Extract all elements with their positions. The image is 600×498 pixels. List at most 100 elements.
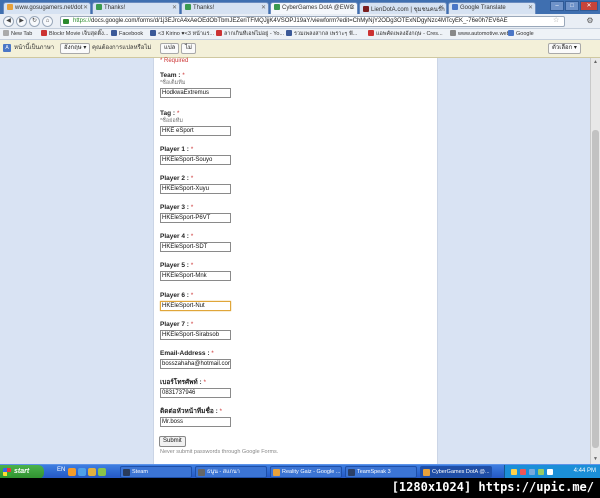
close-tab-icon[interactable]: ✕ — [528, 4, 533, 11]
required-note: * Required — [160, 58, 189, 64]
text-input[interactable]: HKE eSport — [160, 126, 231, 136]
scroll-up-icon[interactable]: ▲ — [592, 59, 599, 66]
field-label-text: ติดต่อหัวหน้าทีมชื่อ : — [160, 408, 218, 415]
tab-cybergames-form[interactable]: CyberGames DotA @EWC ✕ — [270, 2, 358, 14]
close-window-icon[interactable]: ✕ — [580, 1, 598, 11]
scroll-thumb[interactable] — [592, 130, 599, 448]
tab-google-translate[interactable]: Google Translate ✕ — [448, 2, 536, 14]
start-button[interactable]: start — [0, 465, 44, 478]
bookmark-cres[interactable]: แอพคัดเพลงอังกฤษ - Cres... — [368, 30, 443, 39]
forward-icon[interactable]: ▶ — [16, 16, 27, 27]
bookmark-google[interactable]: Google — [508, 30, 534, 39]
required-asterisk: * — [201, 379, 207, 386]
text-input[interactable]: bosszahaha@hotmail.com — [160, 359, 231, 369]
text-input[interactable]: 0831737946 — [160, 388, 231, 398]
translate-icon: A — [3, 44, 11, 52]
firefox-icon[interactable] — [68, 468, 76, 476]
youtube-icon — [41, 30, 47, 36]
folder-icon[interactable] — [88, 468, 96, 476]
task-window-2[interactable]: ธนูน - สแกนา — [195, 466, 267, 478]
required-asterisk: * — [209, 350, 214, 357]
translate-favicon-icon — [452, 4, 458, 10]
no-translate-button[interactable]: ไม่ — [181, 43, 196, 54]
field-label: Team : * — [160, 72, 231, 80]
text-input[interactable]: HKEleSport-Nut — [160, 301, 231, 311]
field-label-text: Player 4 : — [160, 233, 189, 240]
form-field: Player 4 : * HKEleSport-SDT — [160, 233, 231, 252]
text-input[interactable]: HKEleSport-P6VT — [160, 213, 231, 223]
task-chrome-active[interactable]: CyberGames DotA @... — [420, 466, 492, 478]
minimize-icon[interactable]: – — [550, 1, 564, 11]
tray-antivirus-icon[interactable] — [520, 469, 526, 475]
maximize-icon[interactable]: □ — [565, 1, 579, 11]
field-label: Tag : * — [160, 110, 231, 118]
tray-volume-icon[interactable] — [529, 469, 535, 475]
scroll-down-icon[interactable]: ▼ — [592, 456, 599, 463]
required-asterisk: * — [188, 292, 194, 299]
bookmark-kirino[interactable]: <3 Kirino ♥<3 หน้าแร... — [150, 30, 214, 39]
text-input[interactable]: Mr.boss — [160, 417, 231, 427]
bookmark-music[interactable]: รวมเพลงสากล เพราะๆ ฟั... — [286, 30, 357, 39]
tab-thanks-2[interactable]: Thanks! ✕ — [181, 2, 269, 14]
required-asterisk: * — [188, 146, 194, 153]
bookmark-automotive[interactable]: www.automotive.web... — [450, 30, 514, 39]
field-label: Player 5 : * — [160, 262, 231, 270]
text-input[interactable]: HKEleSport-Xuyu — [160, 184, 231, 194]
close-tab-icon[interactable]: ✕ — [350, 4, 355, 11]
tab-thanks-1[interactable]: Thanks! ✕ — [92, 2, 180, 14]
close-tab-icon[interactable]: ✕ — [261, 4, 266, 11]
close-tab-icon[interactable]: ✕ — [172, 4, 177, 11]
language-select[interactable]: อังกฤษ ▾ — [60, 43, 91, 54]
field-label: Player 6 : * — [160, 292, 231, 300]
back-icon[interactable]: ◀ — [3, 16, 14, 27]
required-asterisk: * — [188, 233, 194, 240]
text-input[interactable]: HKEleSport-Souyo — [160, 155, 231, 165]
reload-icon[interactable]: ↻ — [29, 16, 40, 27]
system-tray: 4:44 PM — [504, 465, 600, 478]
tab-gosugamers[interactable]: www.gosugamers.net/dot ✕ — [3, 2, 91, 14]
task-teamspeak[interactable]: TeamSpeak 3 — [345, 466, 417, 478]
translate-options-button[interactable]: ตัวเลือก ▾ — [548, 43, 581, 54]
home-icon[interactable]: ⌂ — [42, 16, 53, 27]
text-input[interactable]: HKEleSport-Sirabsob — [160, 330, 231, 340]
translate-button[interactable]: แปล — [160, 43, 180, 54]
wrench-menu-icon[interactable]: ⚙ — [584, 16, 596, 27]
task-chrome-1[interactable]: Reality Gaiz - Google ... — [270, 466, 342, 478]
tab-liendota[interactable]: LienDotA.com | ชุมชนคนรัก ✕ — [359, 2, 447, 14]
url-input[interactable]: https://docs.google.com/forms/d/1j3EJrcA… — [60, 16, 565, 27]
bookmark-star-icon[interactable]: ☆ — [553, 16, 559, 24]
text-input[interactable]: HKEleSport-Mnk — [160, 271, 231, 281]
field-label: Player 3 : * — [160, 204, 231, 212]
youtube-icon — [368, 30, 374, 36]
page-scrollbar[interactable]: ▲ ▼ — [590, 58, 600, 464]
language-indicator[interactable]: EN — [57, 467, 65, 473]
submit-button[interactable]: Submit — [159, 436, 186, 447]
facebook-icon — [150, 30, 156, 36]
bookmark-new-tab[interactable]: New Tab — [3, 30, 32, 39]
bookmark-facebook[interactable]: Facebook — [111, 30, 143, 39]
required-asterisk: * — [217, 408, 223, 415]
form-field: เบอร์โทรศัพท์ : * 0831737946 — [160, 379, 231, 398]
gosugamers-favicon-icon — [7, 4, 13, 10]
lock-icon — [63, 19, 69, 24]
bookmark-blockr[interactable]: Blockr Movie เจ็บสุดติ๊ง... — [41, 30, 108, 39]
form-field: Player 2 : * HKEleSport-Xuyu — [160, 175, 231, 194]
task-steam[interactable]: Steam — [120, 466, 192, 478]
chrome-icon — [273, 469, 280, 476]
close-tab-icon[interactable]: ✕ — [83, 4, 88, 11]
tray-app-icon[interactable] — [538, 469, 544, 475]
required-asterisk: * — [175, 110, 180, 117]
tray-network-icon[interactable] — [511, 469, 517, 475]
chrome-icon[interactable] — [78, 468, 86, 476]
field-label-text: Player 6 : — [160, 292, 189, 299]
text-input[interactable]: HKEleSport-SDT — [160, 242, 231, 252]
close-tab-icon[interactable]: ✕ — [439, 4, 444, 11]
bookmark-youtube[interactable]: ลากเกินทีเอฟไม่อยู่ - Yo... — [216, 30, 284, 39]
text-input[interactable]: HodkwaExtremus — [160, 88, 231, 98]
windows-flag-icon — [3, 468, 11, 476]
form-field: Team : * *ชื่อเต็มทีม HodkwaExtremus — [160, 72, 231, 98]
google-icon — [508, 30, 514, 36]
media-icon[interactable] — [98, 468, 106, 476]
tray-sound-icon[interactable] — [547, 469, 553, 475]
form-field: Tag : * *ชื่อย่อทีม HKE eSport — [160, 110, 231, 136]
